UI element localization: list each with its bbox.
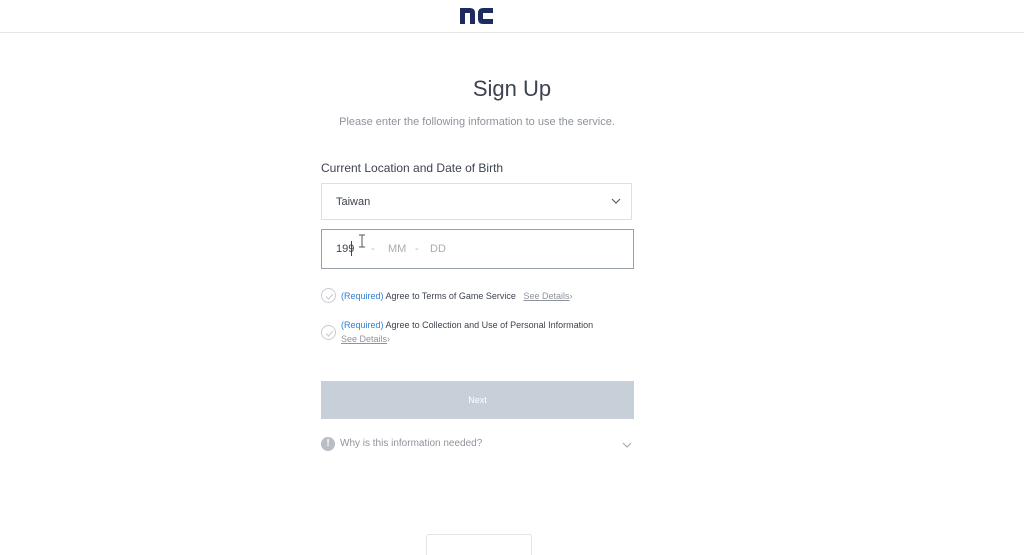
check-icon (325, 293, 334, 300)
text-cursor-icon (359, 234, 365, 248)
dob-day-input[interactable]: DD (430, 243, 446, 255)
dob-month-input[interactable]: MM (388, 243, 406, 255)
info-icon: ! (321, 437, 335, 451)
page-title: Sign Up (472, 76, 552, 101)
chevron-right-icon: › (569, 291, 573, 301)
required-tag: (Required) (341, 291, 384, 301)
location-dob-label: Current Location and Date of Birth (321, 161, 504, 175)
country-select[interactable]: Taiwan (321, 183, 632, 220)
see-details-link[interactable]: See Details (523, 291, 569, 301)
page-subtitle: Please enter the following information t… (339, 116, 615, 128)
text-caret (351, 241, 352, 256)
chevron-down-icon (611, 198, 621, 204)
agree-terms-checkbox[interactable] (321, 288, 336, 303)
footer-button[interactable] (426, 534, 532, 555)
next-button[interactable]: Next (321, 381, 634, 419)
why-info-label: Why is this information needed? (340, 438, 483, 449)
why-info-toggle[interactable]: ! Why is this information needed? (321, 437, 634, 453)
agree-terms-row[interactable]: (Required) Agree to Terms of Game Servic… (321, 288, 634, 306)
country-selected-value: Taiwan (336, 196, 371, 208)
chevron-down-icon (622, 442, 632, 448)
agree-privacy-label: Agree to Collection and Use of Personal … (385, 320, 594, 330)
agree-privacy-checkbox[interactable] (321, 325, 336, 340)
check-icon (325, 330, 334, 337)
nc-logo[interactable] (460, 6, 494, 24)
required-tag: (Required) (341, 320, 384, 330)
dob-separator: - (415, 243, 419, 255)
dob-separator: - (371, 243, 375, 255)
date-of-birth-field[interactable]: 199 - MM - DD (321, 229, 634, 269)
top-bar (0, 0, 1024, 33)
see-details-link[interactable]: See Details (341, 334, 387, 344)
agree-terms-label: Agree to Terms of Game Service (385, 291, 516, 301)
agree-privacy-row[interactable]: (Required) Agree to Collection and Use o… (321, 318, 634, 348)
chevron-right-icon: › (387, 334, 391, 344)
